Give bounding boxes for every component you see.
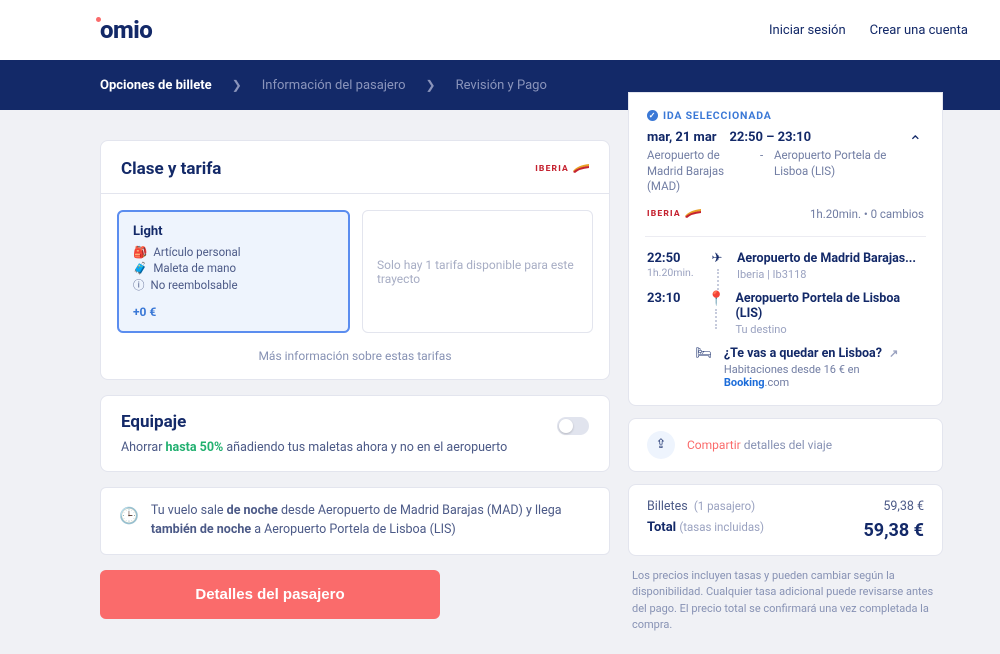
arr-subtitle: Tu destino bbox=[735, 323, 924, 336]
share-icon: ⇪ bbox=[647, 431, 675, 459]
to-airport: Aeropuerto Portela de Lisboa (LIS) bbox=[774, 148, 907, 195]
total-label: Total (tasas incluidas) bbox=[647, 520, 764, 541]
fare-name: Light bbox=[133, 224, 334, 239]
share-text: Compartir detalles del viaje bbox=[687, 438, 832, 452]
plane-icon: ✈ bbox=[712, 251, 723, 266]
continue-button[interactable]: Detalles del pasajero bbox=[100, 570, 440, 619]
top-links: Iniciar sesión Crear una cuenta bbox=[769, 23, 968, 38]
fare-disabled-text: Solo hay 1 tarifa disponible para este t… bbox=[377, 258, 578, 286]
carrier-text: IBERIA bbox=[647, 209, 681, 219]
info-icon: ⓘ bbox=[133, 277, 145, 293]
night-flight-text: Tu vuelo sale de noche desde Aeropuerto … bbox=[151, 502, 591, 540]
arr-time: 23:10 bbox=[647, 291, 695, 306]
baggage-title: Equipaje bbox=[121, 412, 186, 432]
trip-time-range: 22:50 – 23:10 bbox=[729, 130, 811, 145]
stay-promo[interactable]: 🛏 ¿Te vas a quedar en Lisboa? ↗ Habitaci… bbox=[647, 346, 924, 389]
trip-duration: 1h.20min. • 0 cambios bbox=[810, 207, 924, 221]
fare-feature: Maleta de mano bbox=[153, 261, 236, 275]
fare-option-disabled: Solo hay 1 tarifa disponible para este t… bbox=[362, 210, 593, 333]
location-pin-icon: 📍 bbox=[707, 291, 724, 307]
logo[interactable]: omio bbox=[100, 16, 152, 44]
suitcase-icon: 🧳 bbox=[133, 261, 147, 275]
from-airport: Aeropuerto de Madrid Barajas (MAD) bbox=[647, 148, 752, 195]
dep-airport: Aeropuerto de Madrid Barajas... bbox=[737, 251, 916, 266]
stay-sub: Habitaciones desde 16 € en Booking.com bbox=[724, 363, 924, 389]
stay-question: ¿Te vas a quedar en Lisboa? ↗ bbox=[724, 346, 924, 361]
arr-airport: Aeropuerto Portela de Lisboa (LIS) bbox=[735, 291, 924, 321]
swoosh-icon bbox=[685, 207, 701, 222]
route-line-icon bbox=[715, 309, 717, 329]
fare-price: +0 € bbox=[133, 305, 334, 319]
tickets-label: Billetes (1 pasajero) bbox=[647, 499, 755, 514]
step-passenger-info: Información del pasajero bbox=[262, 78, 406, 93]
carrier-logo: IBERIA bbox=[647, 207, 701, 222]
step-ticket-options[interactable]: Opciones de billete bbox=[100, 78, 212, 93]
check-icon: ✓ bbox=[647, 110, 658, 121]
clock-icon: 🕒 bbox=[119, 504, 139, 528]
login-link[interactable]: Iniciar sesión bbox=[769, 23, 846, 38]
fare-feature: No reembolsable bbox=[151, 278, 238, 292]
fare-more-info-link[interactable]: Más información sobre estas tarifas bbox=[101, 343, 609, 379]
fare-feature: Artículo personal bbox=[153, 245, 240, 259]
fare-option-light[interactable]: Light 🎒 Artículo personal 🧳 Maleta de mano… bbox=[117, 210, 350, 333]
fare-title: Clase y tarifa bbox=[121, 159, 221, 179]
fare-card: Clase y tarifa IBERIA Light 🎒 Artículo pe… bbox=[100, 140, 610, 380]
night-flight-notice: 🕒 Tu vuelo sale de noche desde Aeropuert… bbox=[100, 487, 610, 555]
signup-link[interactable]: Crear una cuenta bbox=[870, 23, 968, 38]
flight-number: Iberia | Ib3118 bbox=[737, 268, 916, 281]
bed-icon: 🛏 bbox=[695, 346, 712, 361]
leg-departure: 22:50 1h.20min. ✈ Aeropuerto de Madrid B… bbox=[647, 251, 924, 281]
outbound-selected-badge: ✓ IDA SELECCIONADA bbox=[647, 109, 924, 122]
leg-arrival: 23:10 📍 Aeropuerto Portela de Lisboa (LI… bbox=[647, 291, 924, 336]
total-amount: 59,38 € bbox=[863, 520, 924, 541]
logo-dot-icon bbox=[96, 17, 101, 22]
carrier-text: IBERIA bbox=[535, 164, 569, 174]
price-card: Billetes (1 pasajero) 59,38 € Total (tas… bbox=[628, 484, 943, 556]
external-link-icon: ↗ bbox=[889, 347, 898, 360]
tickets-amount: 59,38 € bbox=[883, 499, 924, 514]
trip-summary-card: ✓ IDA SELECCIONADA mar, 21 mar 22:50 – 2… bbox=[628, 92, 943, 406]
baggage-text: Ahorrar hasta 50% añadiendo tus maletas … bbox=[121, 440, 589, 455]
top-bar: omio Iniciar sesión Crear una cuenta bbox=[0, 0, 1000, 60]
chevron-right-icon: ❯ bbox=[232, 78, 242, 92]
carrier-logo: IBERIA bbox=[535, 162, 589, 177]
bag-icon: 🎒 bbox=[133, 245, 147, 259]
share-trip-button[interactable]: ⇪ Compartir detalles del viaje bbox=[628, 418, 943, 472]
dep-duration: 1h.20min. bbox=[647, 266, 697, 279]
chevron-right-icon: ❯ bbox=[426, 78, 436, 92]
trip-date: mar, 21 mar bbox=[647, 130, 717, 145]
step-review-payment: Revisión y Pago bbox=[456, 78, 547, 93]
price-disclaimer: Los precios incluyen tasas y pueden camb… bbox=[628, 568, 943, 634]
dep-time: 22:50 bbox=[647, 251, 697, 266]
baggage-toggle[interactable] bbox=[557, 417, 589, 435]
collapse-icon[interactable]: ⌃ bbox=[907, 130, 924, 153]
logo-text: omio bbox=[100, 16, 152, 44]
baggage-card: Equipaje Ahorrar hasta 50% añadiendo tus… bbox=[100, 395, 610, 472]
swoosh-icon bbox=[573, 162, 589, 177]
